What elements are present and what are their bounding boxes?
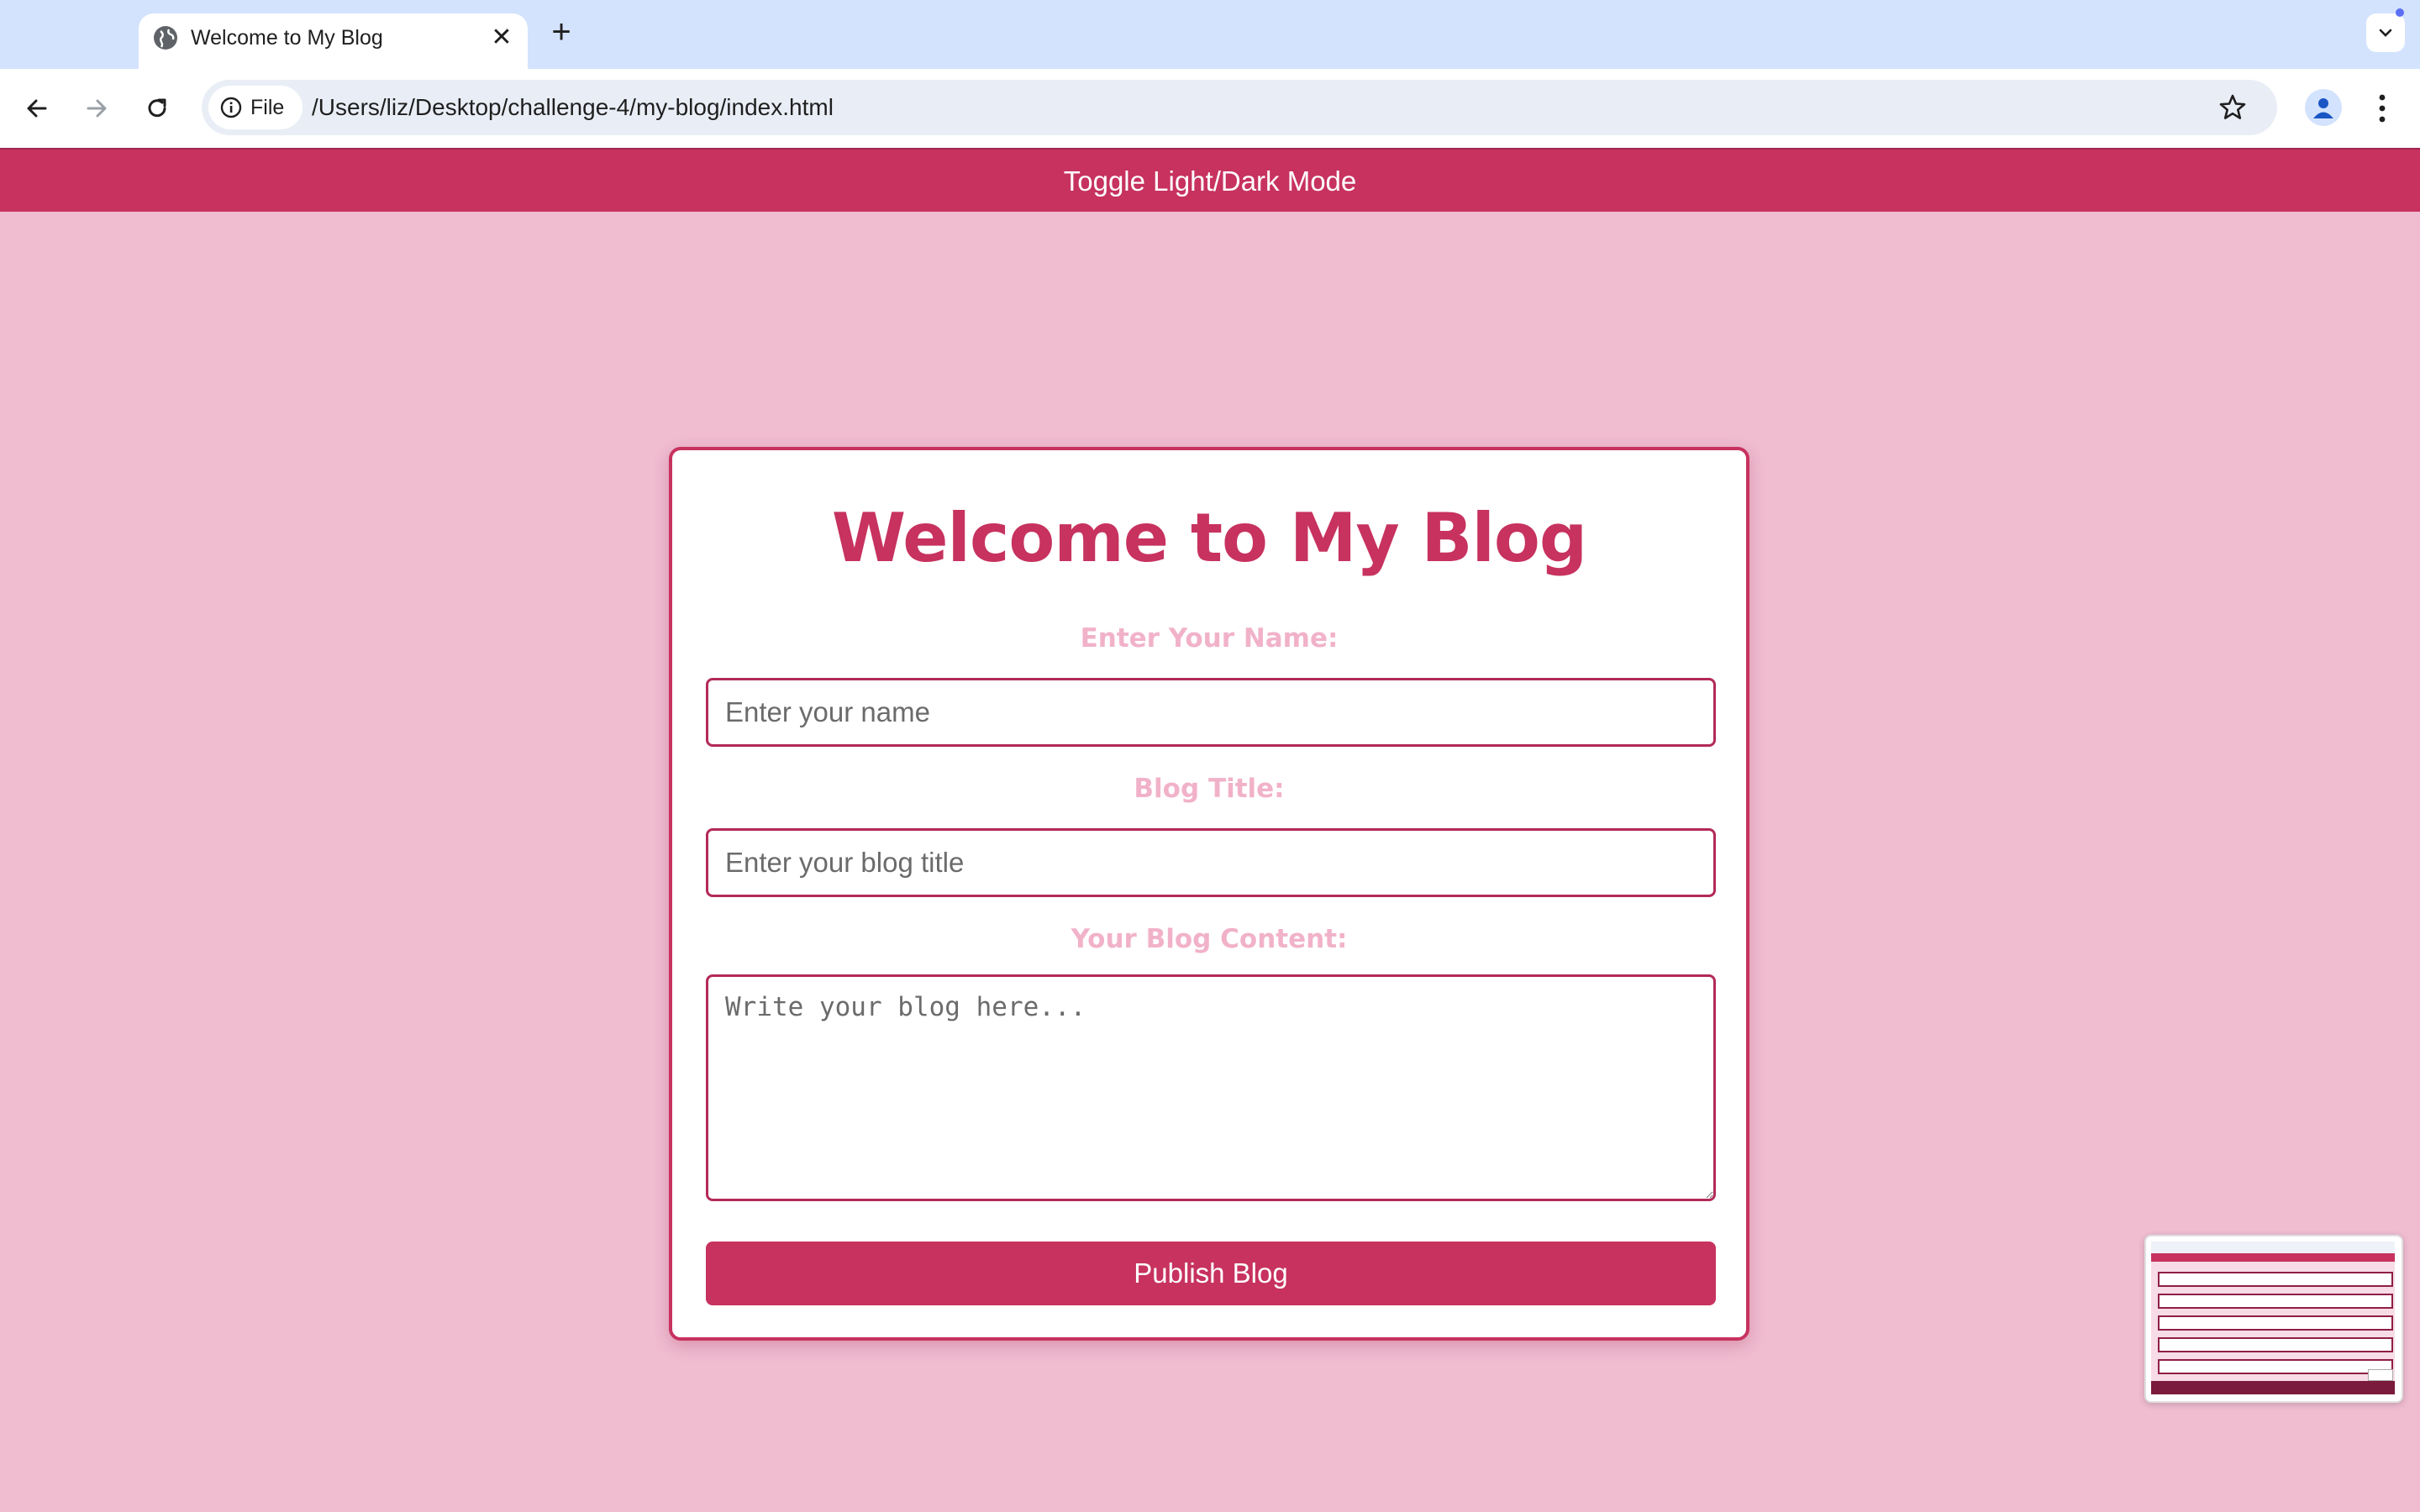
back-arrow-icon bbox=[27, 99, 47, 118]
browser-tab[interactable]: Welcome to My Blog ✕ bbox=[139, 13, 528, 69]
address-bar[interactable]: File /Users/liz/Desktop/challenge-4/my-b… bbox=[202, 80, 2277, 135]
blog-title-label: Blog Title: bbox=[1134, 774, 1285, 804]
thumbnail-footer bbox=[2151, 1381, 2395, 1394]
thumbnail-field bbox=[2158, 1359, 2393, 1374]
publish-blog-button[interactable]: Publish Blog bbox=[706, 1242, 1716, 1305]
page-title: Welcome to My Blog bbox=[831, 499, 1587, 577]
profile-icon[interactable] bbox=[2305, 89, 2342, 126]
thumbnail-button bbox=[2368, 1369, 2393, 1381]
forward-arrow-icon bbox=[87, 99, 107, 118]
page-preview-thumbnail[interactable] bbox=[2144, 1235, 2403, 1403]
tab-search-button[interactable] bbox=[2366, 13, 2405, 52]
blog-content-textarea[interactable] bbox=[706, 974, 1716, 1201]
thumbnail-field bbox=[2158, 1272, 2393, 1287]
chevron-down-icon bbox=[2379, 29, 2392, 37]
info-icon bbox=[220, 97, 242, 118]
kebab-menu-icon[interactable] bbox=[2365, 89, 2399, 128]
notification-dot bbox=[2396, 8, 2404, 17]
close-icon[interactable]: ✕ bbox=[487, 24, 516, 52]
plus-icon[interactable]: + bbox=[544, 15, 578, 49]
blog-form-card: Welcome to My Blog Enter Your Name: Blog… bbox=[669, 447, 1749, 1341]
url-text[interactable]: /Users/liz/Desktop/challenge-4/my-blog/i… bbox=[312, 93, 834, 122]
thumbnail-header-bar bbox=[2151, 1253, 2395, 1262]
blog-title-input[interactable] bbox=[706, 828, 1716, 897]
name-label: Enter Your Name: bbox=[1080, 623, 1339, 654]
reload-icon bbox=[148, 98, 166, 118]
blog-content-label: Your Blog Content: bbox=[1071, 924, 1348, 954]
thumbnail-field bbox=[2158, 1337, 2393, 1352]
thumbnail-chrome bbox=[2151, 1242, 2395, 1253]
back-button[interactable] bbox=[18, 89, 56, 128]
scheme-label: File bbox=[250, 96, 285, 119]
globe-icon bbox=[152, 24, 179, 51]
star-icon[interactable] bbox=[2218, 93, 2247, 122]
browser-toolbar: File /Users/liz/Desktop/challenge-4/my-b… bbox=[0, 69, 2420, 148]
forward-button[interactable] bbox=[77, 89, 116, 128]
tab-title: Welcome to My Blog bbox=[191, 26, 383, 50]
thumbnail-field bbox=[2158, 1294, 2393, 1309]
thumbnail-field bbox=[2158, 1315, 2393, 1331]
browser-tabstrip: Welcome to My Blog ✕ + bbox=[0, 0, 2420, 69]
reload-button[interactable] bbox=[138, 89, 176, 128]
name-input[interactable] bbox=[706, 678, 1716, 747]
site-info-chip[interactable]: File bbox=[208, 86, 302, 129]
theme-toggle-button[interactable]: Toggle Light/Dark Mode bbox=[0, 148, 2420, 212]
